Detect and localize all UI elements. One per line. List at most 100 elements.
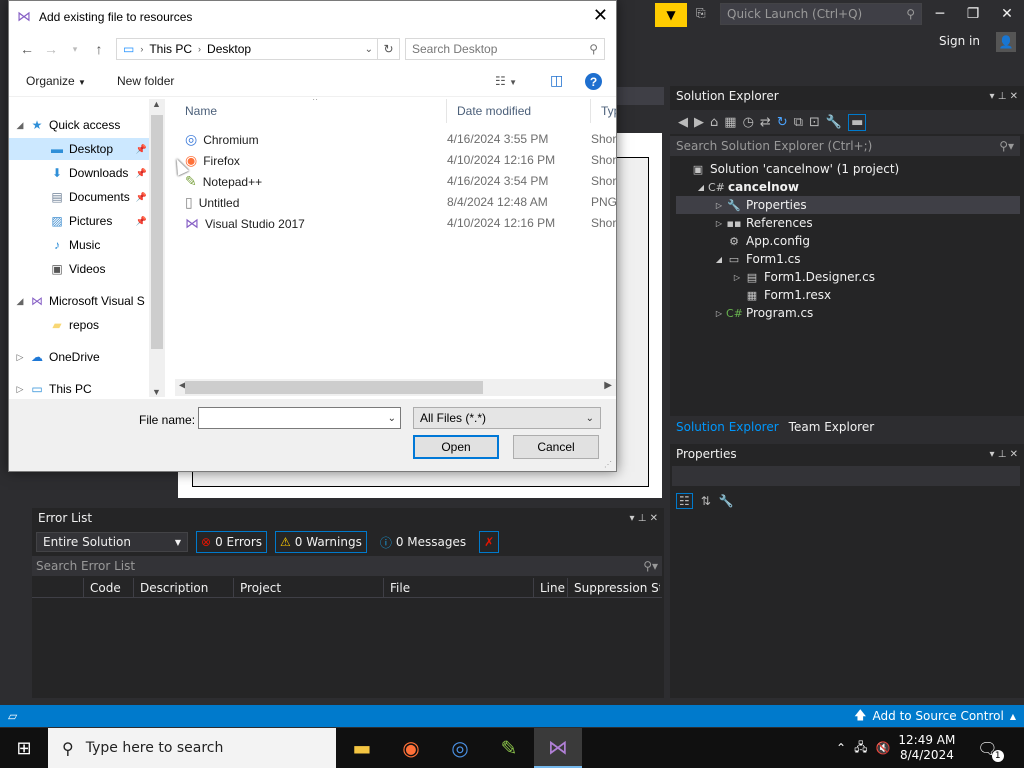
expand-arrow-icon[interactable]: ▷ — [13, 384, 27, 395]
designer-tab-overflow[interactable] — [616, 87, 664, 105]
expand-arrow-icon[interactable]: ▷ — [712, 201, 726, 210]
quick-launch-input[interactable]: Quick Launch (Ctrl+Q) ⚲ — [720, 3, 922, 25]
recent-locations-icon[interactable]: ▾ — [63, 44, 87, 55]
errors-filter-button[interactable]: ⊗ 0 Errors — [196, 531, 268, 553]
preview-icon[interactable]: ▬ — [848, 113, 867, 131]
history-icon[interactable]: ◷ — [743, 115, 754, 130]
file-row[interactable]: ⋈ Visual Studio 2017 4/10/2024 12:16 PM Sho… — [175, 213, 616, 234]
dialog-close-button[interactable]: ✕ — [593, 5, 608, 26]
chevron-down-icon[interactable]: ⌄ — [388, 413, 396, 424]
start-button[interactable]: ⊞ — [0, 728, 48, 768]
tree-item[interactable]: ▦ Form1.resx — [676, 286, 1020, 304]
clock[interactable]: 12:49 AM 8/4/2024 — [898, 733, 955, 763]
nav-item[interactable]: ▤ Documents 📌 — [9, 186, 149, 208]
forward-icon[interactable]: ▶ — [694, 115, 704, 130]
file-row[interactable]: ◉Firefox 4/10/2024 12:16 PM Short — [175, 150, 616, 171]
nav-item[interactable]: ◢ ⋈ Microsoft Visual S — [9, 290, 149, 312]
solution-explorer-search[interactable]: Search Solution Explorer (Ctrl+;) ⚲▾ — [670, 136, 1020, 156]
nav-item[interactable]: ▨ Pictures 📌 — [9, 210, 149, 232]
properties-object-combo[interactable] — [672, 466, 1020, 486]
tree-item[interactable]: ▷ 🔧 Properties — [676, 196, 1020, 214]
feedback-filter-icon[interactable]: ▼ — [655, 3, 687, 27]
new-folder-button[interactable]: New folder — [117, 74, 174, 88]
tree-item[interactable]: ⚙ App.config — [676, 232, 1020, 250]
column-date-modified[interactable]: Date modified — [447, 99, 591, 123]
column-code[interactable]: Code — [84, 577, 134, 598]
tab-solution-explorer[interactable]: Solution Explorer — [676, 420, 779, 434]
cancel-button[interactable]: Cancel — [513, 435, 599, 459]
file-explorer-taskbar-icon[interactable]: ▬ — [338, 728, 386, 768]
up-arrow-icon[interactable]: ↑ — [87, 41, 111, 57]
collapse-all-icon[interactable]: ⧉ — [794, 115, 803, 130]
nav-item[interactable]: ♪ Music — [9, 234, 149, 256]
collapse-arrow-icon[interactable]: ◢ — [13, 296, 27, 307]
view-options-icon[interactable]: ☷ ▼ — [495, 74, 517, 88]
open-button[interactable]: Open — [413, 435, 499, 459]
preview-pane-icon[interactable]: ◫ — [550, 72, 563, 89]
back-icon[interactable]: ◀ — [678, 115, 688, 130]
file-list-scroll-thumb[interactable] — [185, 381, 483, 394]
collapse-arrow-icon[interactable]: ◢ — [694, 183, 708, 192]
chevron-up-icon[interactable]: ⌃ — [836, 741, 846, 755]
address-bar[interactable]: ▭ › This PC › Desktop ⌄ — [116, 38, 378, 60]
tab-team-explorer[interactable]: Team Explorer — [789, 420, 875, 434]
error-list-search[interactable]: Search Error List ⚲▾ — [32, 556, 662, 576]
pin-icon[interactable]: 📌 — [136, 144, 147, 155]
nav-item[interactable]: ▬ Desktop 📌 — [9, 138, 149, 160]
visual-studio-taskbar-icon[interactable]: ⋈ — [534, 728, 582, 768]
switch-views-icon[interactable]: ▦ — [724, 115, 736, 130]
messages-filter-button[interactable]: ⓘ 0 Messages — [375, 531, 471, 553]
close-window-button[interactable]: ✕ — [992, 4, 1022, 24]
sign-in-link[interactable]: Sign in — [939, 34, 980, 48]
panel-window-controls[interactable]: ▾ ⊥ ✕ — [630, 513, 658, 524]
panel-window-controls[interactable]: ▾ ⊥ ✕ — [990, 91, 1018, 102]
collapse-arrow-icon[interactable]: ◢ — [13, 120, 27, 131]
file-row[interactable]: ◎ Chromium 4/16/2024 3:55 PM Short — [175, 129, 616, 150]
file-row[interactable]: ✎ Notepad++ 4/16/2024 3:54 PM Short — [175, 171, 616, 192]
file-row[interactable]: ▯ Untitled 8/4/2024 12:48 AM PNG — [175, 192, 616, 213]
column-project[interactable]: Project — [234, 577, 384, 598]
column-type[interactable]: Type — [591, 99, 616, 123]
breadcrumb-desktop[interactable]: Desktop — [207, 42, 251, 56]
properties-wrench-icon[interactable]: 🔧 — [826, 115, 842, 130]
file-type-dropdown[interactable]: All Files (*.*) ⌄ — [413, 407, 601, 429]
nav-item[interactable]: ▷ ▭ This PC — [9, 378, 149, 397]
scroll-right-icon[interactable]: ▶ — [604, 380, 612, 391]
tree-item[interactable]: ▣ Solution 'cancelnow' (1 project) — [676, 160, 1020, 178]
nav-item[interactable]: ⬇ Downloads 📌 — [9, 162, 149, 184]
restore-button[interactable]: ❐ — [958, 4, 988, 24]
account-avatar-icon[interactable]: 👤 — [996, 32, 1016, 52]
firefox-taskbar-icon[interactable]: ◉ — [387, 728, 435, 768]
home-icon[interactable]: ⌂ — [710, 115, 718, 130]
taskbar-search[interactable]: ⚲ Type here to search — [48, 728, 336, 768]
refresh-button[interactable]: ↻ — [378, 38, 400, 60]
alphabetical-icon[interactable]: ⇅ — [701, 494, 711, 508]
chromium-taskbar-icon[interactable]: ◎ — [436, 728, 484, 768]
pin-icon[interactable]: 📌 — [136, 192, 147, 203]
nav-item[interactable]: ▣ Videos — [9, 258, 149, 280]
column-name[interactable]: Name — [175, 99, 447, 123]
notepadpp-taskbar-icon[interactable]: ✎ — [485, 728, 533, 768]
pin-icon[interactable]: 📌 — [136, 216, 147, 227]
build-intellisense-filter-icon[interactable]: ✗ — [479, 531, 500, 553]
scroll-up-icon[interactable]: ▲ — [152, 99, 161, 109]
breadcrumb-this-pc[interactable]: This PC — [149, 42, 192, 56]
column-line[interactable]: Line — [534, 577, 568, 598]
volume-muted-icon[interactable]: 🔇 — [875, 741, 890, 755]
back-arrow-icon[interactable]: ← — [15, 41, 39, 57]
minimize-button[interactable]: ─ — [925, 4, 955, 24]
tree-item[interactable]: ◢ C# cancelnow — [676, 178, 1020, 196]
tree-item[interactable]: ▷ ▪▪ References — [676, 214, 1020, 232]
scroll-down-icon[interactable]: ▼ — [152, 387, 161, 397]
expand-arrow-icon[interactable]: ▷ — [712, 309, 726, 318]
sync-icon[interactable]: ⇄ — [760, 115, 771, 130]
file-name-input[interactable]: ⌄ — [198, 407, 401, 429]
chevron-down-icon[interactable]: ⌄ — [365, 44, 373, 55]
expand-arrow-icon[interactable]: ▷ — [13, 352, 27, 363]
resize-grip-icon[interactable]: ⋰ — [604, 460, 612, 469]
expand-arrow-icon[interactable]: ▷ — [712, 219, 726, 228]
refresh-icon[interactable]: ↻ — [777, 115, 788, 130]
show-all-files-icon[interactable]: ⊡ — [809, 115, 820, 130]
collapse-arrow-icon[interactable]: ◢ — [712, 255, 726, 264]
forward-arrow-icon[interactable]: → — [39, 41, 63, 57]
